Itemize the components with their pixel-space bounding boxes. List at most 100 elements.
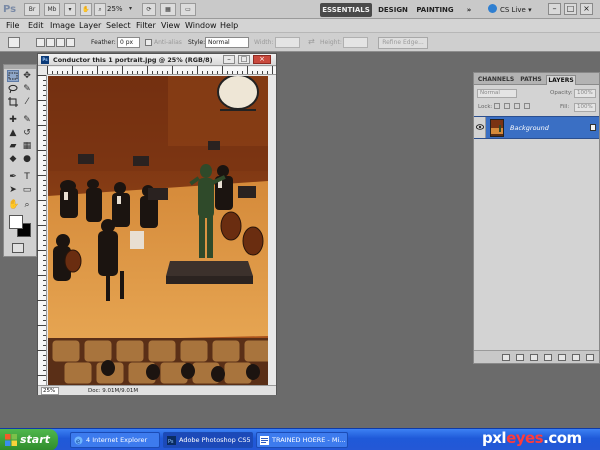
rotate-view-icon[interactable]: ⟳ [142, 3, 156, 16]
intersect-selection-icon[interactable] [66, 38, 75, 47]
arrange-documents-icon[interactable]: ▦ [160, 3, 176, 16]
taskbar-item-label: Adobe Photoshop CS5 [179, 436, 251, 444]
ruler-tick [43, 140, 46, 141]
close-button[interactable]: × [580, 3, 593, 15]
layer-visibility-toggle[interactable] [474, 117, 486, 138]
foreground-color-swatch[interactable] [9, 215, 23, 229]
menu-select[interactable]: Select [106, 20, 131, 31]
delete-layer-icon[interactable] [586, 354, 594, 361]
quick-mask-icon[interactable] [12, 243, 24, 253]
vertical-ruler[interactable] [37, 75, 47, 386]
blend-mode-select[interactable]: Normal [477, 89, 517, 98]
layer-row-background[interactable]: Background [474, 116, 599, 139]
document-minimize-button[interactable]: – [223, 55, 235, 64]
minibridge-icon[interactable]: Mb [44, 3, 60, 16]
height-input[interactable] [343, 37, 368, 48]
marquee-preset-icon[interactable] [8, 37, 20, 48]
type-tool-icon[interactable]: T [22, 172, 32, 182]
menu-window[interactable]: Window [185, 20, 217, 31]
pen-tool-icon[interactable]: ✒ [8, 172, 18, 182]
document-title-bar[interactable]: Ps Conductor this 1 portrait.jpg @ 25% (… [38, 54, 276, 66]
view-extras-icon[interactable]: ▾ [64, 3, 76, 16]
swap-dimensions-icon[interactable]: ⇄ [308, 37, 315, 46]
subtract-selection-icon[interactable] [56, 38, 65, 47]
eyedropper-tool-icon[interactable]: ⁄ [22, 97, 32, 107]
brush-tool-icon[interactable]: ✎ [22, 115, 32, 125]
ruler-tick [147, 66, 148, 74]
lock-position-icon[interactable] [514, 103, 520, 109]
eraser-tool-icon[interactable]: ▰ [8, 141, 18, 151]
tab-channels[interactable]: CHANNELS [476, 75, 516, 85]
zoom-dropdown-icon[interactable]: ▾ [129, 5, 132, 12]
hand-tool-icon[interactable]: ✋ [80, 3, 92, 16]
minimize-button[interactable]: – [548, 3, 561, 15]
dodge-tool-icon[interactable]: ● [22, 154, 32, 164]
horizontal-ruler[interactable] [47, 66, 276, 75]
new-layer-icon[interactable] [572, 354, 580, 361]
tools-panel-grip[interactable] [4, 65, 36, 69]
path-selection-tool-icon[interactable]: ➤ [8, 185, 18, 195]
menu-help[interactable]: Help [220, 20, 238, 31]
history-brush-tool-icon[interactable]: ↺ [22, 128, 32, 138]
document-close-button[interactable]: × [253, 55, 271, 64]
workspace-essentials-button[interactable]: ESSENTIALS [320, 3, 372, 17]
zoom-tool-icon[interactable]: ⌕ [22, 200, 32, 210]
menu-edit[interactable]: Edit [28, 20, 44, 31]
antialias-checkbox[interactable] [145, 39, 152, 46]
layer-name[interactable]: Background [510, 124, 549, 132]
gradient-tool-icon[interactable]: ▦ [22, 141, 32, 151]
menu-filter[interactable]: Filter [136, 20, 156, 31]
crop-tool-icon[interactable] [8, 97, 18, 107]
menu-view[interactable]: View [161, 20, 180, 31]
add-mask-icon[interactable] [530, 354, 538, 361]
lock-all-icon[interactable] [524, 103, 530, 109]
windows-flag-icon [5, 434, 17, 446]
document-canvas[interactable] [48, 76, 268, 385]
new-selection-icon[interactable] [36, 38, 45, 47]
more-workspaces-button[interactable]: » [462, 3, 476, 17]
blur-tool-icon[interactable]: ◆ [8, 154, 18, 164]
rectangle-tool-icon[interactable]: ▭ [22, 185, 32, 195]
document-size-info[interactable]: Doc: 9.01M/9.01M [88, 388, 138, 394]
feather-input[interactable]: 0 px [117, 37, 140, 48]
add-to-selection-icon[interactable] [46, 38, 55, 47]
adjustment-layer-icon[interactable] [544, 354, 552, 361]
width-input[interactable] [275, 37, 300, 48]
style-select[interactable]: Normal [205, 37, 249, 48]
move-tool-icon[interactable]: ✥ [22, 71, 32, 81]
menu-file[interactable]: File [6, 20, 19, 31]
document-maximize-button[interactable]: □ [238, 55, 250, 64]
layer-style-icon[interactable] [516, 354, 524, 361]
workspace-painting-button[interactable]: PAINTING [416, 3, 454, 17]
hand-tool-icon[interactable]: ✋ [8, 200, 19, 210]
ruler-tick [182, 71, 183, 74]
menu-image[interactable]: Image [50, 20, 75, 31]
cs-live-button[interactable]: CS Live ▾ [488, 3, 532, 17]
tab-layers[interactable]: LAYERS [546, 75, 576, 85]
menu-layer[interactable]: Layer [79, 20, 101, 31]
spot-healing-tool-icon[interactable]: ✚ [8, 115, 18, 125]
opacity-input[interactable]: 100% [574, 89, 596, 98]
zoom-icon[interactable]: ⌕ [94, 3, 106, 16]
taskbar-internet-explorer[interactable]: e 4 Internet Explorer [70, 432, 160, 448]
taskbar-word-document[interactable]: TRAINED HOERE - Mi... [256, 432, 348, 448]
refine-edge-button[interactable]: Refine Edge... [378, 37, 428, 49]
taskbar-photoshop[interactable]: Ps Adobe Photoshop CS5 [163, 432, 253, 448]
fill-input[interactable]: 100% [574, 103, 596, 112]
workspace-design-button[interactable]: DESIGN [376, 3, 410, 17]
bridge-icon[interactable]: Br [24, 3, 40, 16]
link-layers-icon[interactable] [502, 354, 510, 361]
lock-image-icon[interactable] [504, 103, 510, 109]
restore-button[interactable]: □ [564, 3, 577, 15]
screen-mode-icon[interactable]: ▭ [180, 3, 196, 16]
lasso-tool-icon[interactable] [8, 84, 18, 94]
rectangular-marquee-tool-icon[interactable] [7, 70, 19, 82]
clone-stamp-tool-icon[interactable]: ▲ [8, 128, 18, 138]
lock-transparent-icon[interactable] [494, 103, 500, 109]
document-zoom-field[interactable]: 25% [41, 387, 59, 395]
quick-selection-tool-icon[interactable]: ✎ [22, 84, 32, 94]
start-button[interactable]: start [0, 429, 58, 450]
new-group-icon[interactable] [558, 354, 566, 361]
tab-paths[interactable]: PATHS [518, 75, 544, 85]
zoom-level[interactable]: 25% [107, 5, 123, 13]
